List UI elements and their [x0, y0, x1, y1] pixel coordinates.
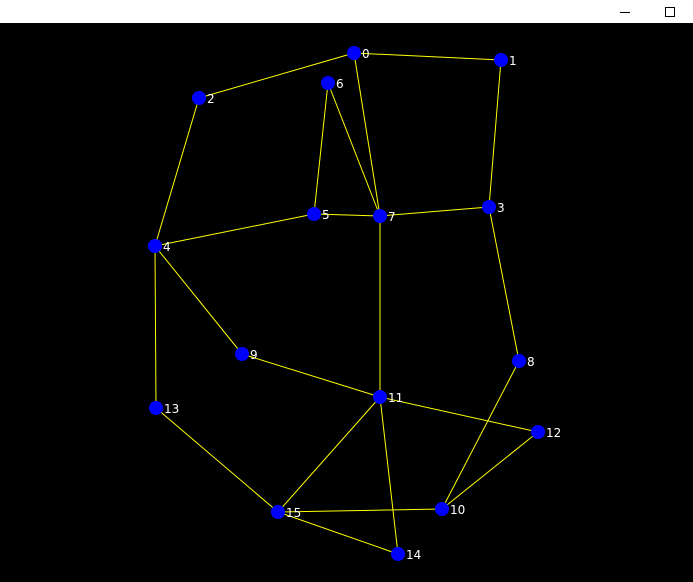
- edge-4-5: [154, 213, 315, 247]
- node-5[interactable]: 5: [307, 207, 330, 222]
- node-8[interactable]: 8: [512, 354, 535, 369]
- node-11[interactable]: 11: [373, 390, 403, 405]
- edge-0-7: [353, 52, 381, 217]
- node-circle[interactable]: [192, 91, 206, 105]
- edge-7-3: [379, 206, 490, 217]
- node-6[interactable]: 6: [321, 76, 344, 91]
- edge-4-13: [154, 245, 157, 409]
- edge-2-4: [154, 97, 200, 247]
- node-circle[interactable]: [512, 354, 526, 368]
- edge-8-10: [441, 360, 520, 510]
- edge-11-12: [379, 396, 539, 433]
- node-label: 12: [546, 426, 561, 440]
- edge-6-5: [313, 82, 329, 215]
- node-label: 6: [336, 77, 344, 91]
- node-label: 9: [250, 348, 258, 362]
- title-bar: [0, 0, 693, 23]
- node-label: 11: [388, 391, 403, 405]
- node-0[interactable]: 0: [347, 46, 370, 61]
- edge-12-10: [441, 431, 539, 510]
- node-label: 5: [322, 208, 330, 222]
- node-circle[interactable]: [435, 502, 449, 516]
- edge-11-15: [277, 396, 381, 513]
- node-label: 8: [527, 355, 535, 369]
- node-label: 10: [450, 503, 465, 517]
- maximize-icon: [665, 6, 675, 17]
- minimize-icon: [620, 11, 630, 13]
- edge-6-7: [327, 82, 381, 217]
- edges-layer: [154, 52, 539, 555]
- node-label: 0: [362, 47, 370, 61]
- node-label: 7: [388, 210, 396, 224]
- edge-13-15: [155, 407, 279, 513]
- maximize-button[interactable]: [647, 0, 693, 23]
- node-3[interactable]: 3: [482, 200, 505, 215]
- node-2[interactable]: 2: [192, 91, 215, 106]
- node-circle[interactable]: [482, 200, 496, 214]
- node-9[interactable]: 9: [235, 347, 258, 362]
- node-12[interactable]: 12: [531, 425, 561, 440]
- node-14[interactable]: 14: [391, 547, 421, 562]
- node-label: 1: [509, 54, 517, 68]
- node-circle[interactable]: [494, 53, 508, 67]
- node-circle[interactable]: [373, 390, 387, 404]
- node-15[interactable]: 15: [271, 505, 301, 520]
- node-circle[interactable]: [235, 347, 249, 361]
- node-circle[interactable]: [307, 207, 321, 221]
- node-circle[interactable]: [391, 547, 405, 561]
- node-label: 13: [164, 402, 179, 416]
- node-label: 2: [207, 92, 215, 106]
- minimize-button[interactable]: [602, 0, 648, 23]
- node-circle[interactable]: [321, 76, 335, 90]
- edge-11-14: [379, 396, 399, 555]
- node-10[interactable]: 10: [435, 502, 465, 517]
- node-circle[interactable]: [347, 46, 361, 60]
- node-circle[interactable]: [373, 209, 387, 223]
- graph-canvas: 0 1 2 3 4 5 6 7 8 9 10 11 12 13 14 15: [0, 23, 693, 578]
- edge-1-3: [488, 59, 502, 208]
- node-circle[interactable]: [149, 401, 163, 415]
- edge-15-10: [277, 508, 443, 513]
- node-circle[interactable]: [148, 239, 162, 253]
- graph-diagram: 0 123456789101112131415: [148, 46, 561, 562]
- node-label: 3: [497, 201, 505, 215]
- edge-3-8: [488, 206, 520, 362]
- edge-4-9: [154, 245, 243, 355]
- node-7[interactable]: 7: [373, 209, 396, 224]
- nodes-layer: 0 123456789101112131415: [148, 46, 561, 562]
- node-label: 4: [163, 240, 171, 254]
- node-circle[interactable]: [531, 425, 545, 439]
- edge-0-1: [353, 52, 502, 61]
- node-circle[interactable]: [271, 505, 285, 519]
- node-label: 14: [406, 548, 421, 562]
- node-13[interactable]: 13: [149, 401, 179, 416]
- node-label: 15: [286, 506, 301, 520]
- node-1[interactable]: 1: [494, 53, 517, 68]
- edge-9-11: [241, 353, 381, 398]
